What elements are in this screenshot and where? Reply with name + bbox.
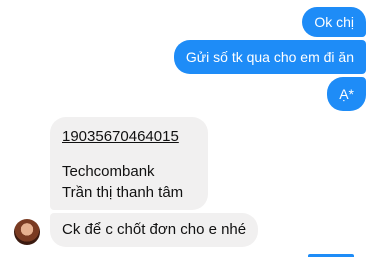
outgoing-message[interactable]: Ok chị [302, 7, 366, 37]
account-holder-name: Trần thị thanh tâm [62, 184, 184, 201]
incoming-message[interactable]: Ck để c chốt đơn cho e nhé [50, 213, 259, 247]
incoming-message-bank-details[interactable]: 19035670464015 Techcombank Trần thị than… [50, 117, 208, 210]
bank-name: Techcombank [62, 163, 155, 180]
outgoing-message[interactable]: Ạ* [327, 77, 366, 111]
account-number-link[interactable]: 19035670464015 [62, 126, 196, 147]
chat-thread: Ok chị Gửi số tk qua cho em đi ăn Ạ* 190… [0, 0, 374, 257]
message-spacer [62, 147, 196, 161]
contact-avatar-icon[interactable] [14, 219, 40, 245]
outgoing-message[interactable]: Gửi số tk qua cho em đi ăn [173, 40, 366, 74]
